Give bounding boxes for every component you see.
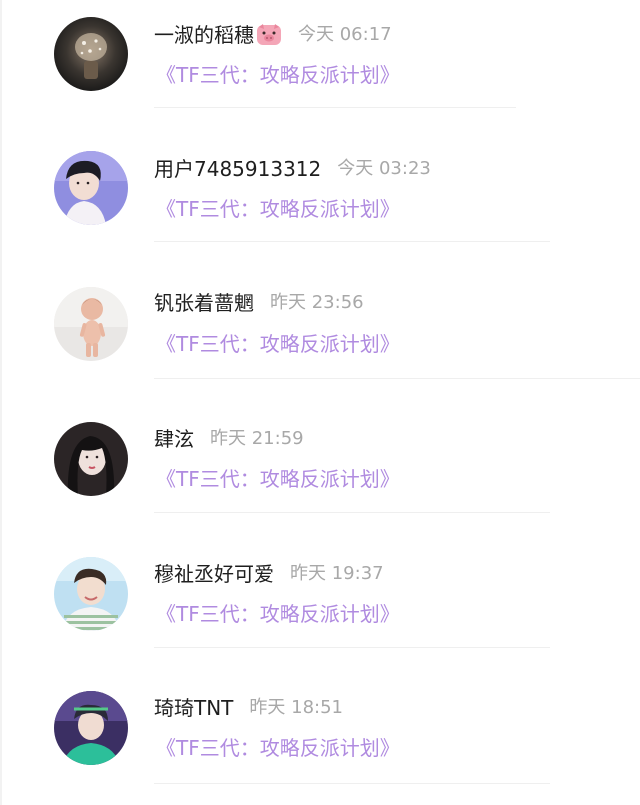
timestamp: 昨天 19:37 — [290, 563, 384, 584]
username[interactable]: 琦琦TNT — [154, 693, 233, 723]
name-line: 穆祉丞好可爱 昨天 19:37 — [154, 559, 384, 589]
book-title-link[interactable]: 《TF三代：攻略反派计划》 — [156, 733, 400, 763]
avatar[interactable] — [54, 17, 128, 91]
list-item: 用户7485913312 今天 03:23 《TF三代：攻略反派计划》 — [0, 134, 640, 268]
list-item: 肆泫 昨天 21:59 《TF三代：攻略反派计划》 — [0, 402, 640, 536]
list-item: 钒张着蔷魍 昨天 23:56 《TF三代：攻略反派计划》 — [0, 268, 640, 402]
divider — [154, 647, 550, 648]
username[interactable]: 肆泫 — [154, 424, 194, 454]
list-item: 穆祉丞好可爱 昨天 19:37 《TF三代：攻略反派计划》 — [0, 537, 640, 671]
name-line: 用户7485913312 今天 03:23 — [154, 154, 431, 184]
avatar[interactable] — [54, 557, 128, 631]
avatar[interactable] — [54, 691, 128, 765]
divider — [154, 783, 550, 784]
divider — [154, 512, 550, 513]
striped-shirt-boy-avatar — [54, 557, 128, 631]
book-title-link[interactable]: 《TF三代：攻略反派计划》 — [156, 464, 400, 494]
list-item: 一淑的稻穗 今天 06:17 《TF三代：攻略反派计划》 — [0, 0, 640, 134]
timestamp: 昨天 23:56 — [270, 292, 364, 313]
username[interactable]: 穆祉丞好可爱 — [154, 559, 274, 589]
book-title-link[interactable]: 《TF三代：攻略反派计划》 — [156, 60, 400, 90]
name-line: 琦琦TNT 昨天 18:51 — [154, 693, 343, 723]
boy-portrait-avatar — [54, 151, 128, 225]
book-title-link[interactable]: 《TF三代：攻略反派计划》 — [156, 194, 400, 224]
sparkle-photo-avatar — [54, 17, 128, 91]
divider — [154, 378, 640, 379]
avatar[interactable] — [54, 151, 128, 225]
comment-list: 一淑的稻穗 今天 06:17 《TF三代：攻略反派计划》 用户748591331… — [0, 0, 640, 805]
divider — [154, 241, 550, 242]
girl-portrait-avatar — [54, 422, 128, 496]
name-line: 一淑的稻穗 今天 06:17 — [154, 20, 392, 50]
divider — [154, 107, 516, 108]
book-title-link[interactable]: 《TF三代：攻略反派计划》 — [156, 599, 400, 629]
avatar[interactable] — [54, 287, 128, 361]
name-line: 钒张着蔷魍 昨天 23:56 — [154, 288, 364, 318]
timestamp: 昨天 21:59 — [210, 428, 304, 449]
doll-figure-avatar — [54, 287, 128, 361]
stage-boy-avatar — [54, 691, 128, 765]
book-title-link[interactable]: 《TF三代：攻略反派计划》 — [156, 329, 400, 359]
timestamp: 今天 03:23 — [337, 158, 431, 179]
avatar[interactable] — [54, 422, 128, 496]
username[interactable]: 一淑的稻穗 — [154, 20, 254, 50]
list-item: 琦琦TNT 昨天 18:51 《TF三代：攻略反派计划》 — [0, 671, 640, 805]
username[interactable]: 用户7485913312 — [154, 154, 321, 184]
pig-face-icon — [256, 22, 282, 48]
timestamp: 昨天 18:51 — [249, 697, 344, 718]
timestamp: 今天 06:17 — [298, 24, 392, 45]
username[interactable]: 钒张着蔷魍 — [154, 288, 254, 318]
name-line: 肆泫 昨天 21:59 — [154, 424, 304, 454]
